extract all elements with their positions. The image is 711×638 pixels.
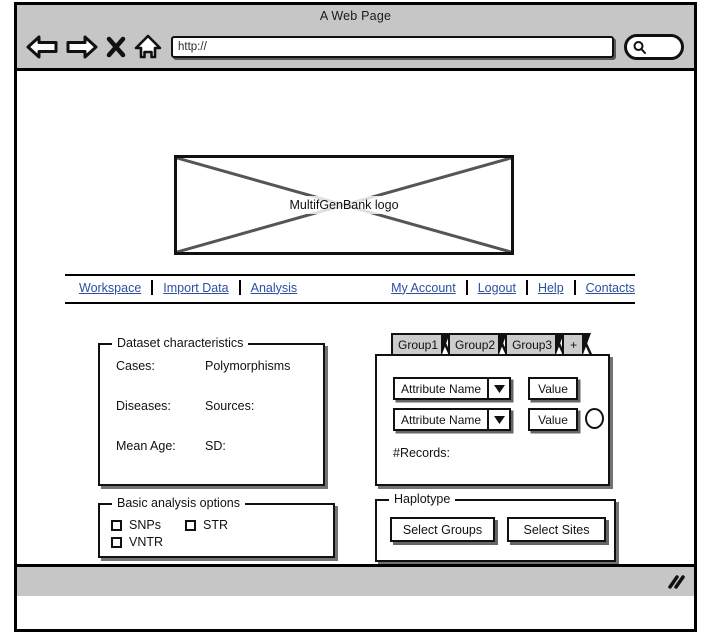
basic-analysis-options-panel: Basic analysis options SNPs STR VNTR — [98, 496, 335, 558]
dataset-field-diseases-label: Diseases: — [116, 399, 171, 413]
group-tabs: Group1 Group2 Group3 + — [391, 333, 593, 357]
tab-add-group[interactable]: + — [562, 333, 593, 357]
nav-link-import-data[interactable]: Import Data — [163, 281, 228, 295]
url-input[interactable]: http:// — [171, 36, 614, 58]
chevron-down-icon[interactable] — [487, 410, 509, 429]
nav-separator — [465, 280, 468, 295]
nav-links-left: Workspace Import Data Analysis — [79, 280, 297, 295]
group-attributes-panel: Attribute Name Value Attribute Name Valu… — [375, 354, 610, 486]
nav-link-contacts[interactable]: Contacts — [586, 281, 635, 295]
browser-chrome: A Web Page http:// — [17, 5, 694, 71]
dataset-characteristics-legend: Dataset characteristics — [112, 336, 249, 350]
basic-analysis-legend: Basic analysis options — [112, 496, 245, 510]
attribute-name-dropdown-2[interactable]: Attribute Name — [393, 408, 511, 431]
attribute-name-dropdown-2-value: Attribute Name — [401, 412, 482, 427]
forward-arrow-icon[interactable] — [65, 34, 99, 60]
checkbox-snps[interactable] — [111, 519, 122, 531]
tab-group3[interactable]: Group3 — [505, 333, 566, 357]
chevron-down-icon[interactable] — [487, 379, 509, 398]
nav-separator — [238, 280, 241, 295]
checkbox-str-label: STR — [203, 518, 228, 532]
attribute-name-dropdown-1[interactable]: Attribute Name — [393, 377, 511, 400]
browser-toolbar: http:// — [17, 26, 694, 68]
stop-x-icon[interactable] — [105, 34, 127, 60]
checkbox-row-vntr[interactable]: VNTR — [111, 535, 163, 549]
nav-link-help[interactable]: Help — [538, 281, 564, 295]
nav-link-analysis[interactable]: Analysis — [251, 281, 298, 295]
nav-separator — [573, 280, 576, 295]
dataset-field-polymorphisms-label: Polymorphisms — [205, 359, 291, 373]
window-title: A Web Page — [319, 9, 392, 23]
tab-group2-label: Group2 — [455, 338, 496, 352]
checkbox-vntr-label: VNTR — [129, 535, 164, 549]
checkbox-row-str[interactable]: STR — [185, 518, 228, 532]
checkbox-row-snps[interactable]: SNPs — [111, 518, 161, 532]
nav-link-workspace[interactable]: Workspace — [79, 281, 141, 295]
tab-group2[interactable]: Group2 — [448, 333, 509, 357]
checkbox-vntr[interactable] — [111, 536, 122, 548]
dataset-field-sources-label: Sources: — [205, 399, 255, 413]
haplotype-panel: Haplotype Select Groups Select Sites — [375, 492, 616, 562]
nav-links-right: My Account Logout Help Contacts — [391, 280, 635, 295]
dataset-field-cases-label: Cases: — [116, 359, 155, 373]
attribute-value-field-1[interactable]: Value — [528, 377, 578, 400]
browser-window: A Web Page http:// MultifGenBank logo Wo… — [14, 2, 697, 632]
nav-link-logout[interactable]: Logout — [478, 281, 516, 295]
logo-label: MultifGenBank logo — [280, 196, 408, 214]
search-icon — [633, 40, 646, 54]
nav-separator — [525, 280, 528, 295]
dataset-field-mean-age-label: Mean Age: — [116, 439, 176, 453]
url-text: http:// — [178, 41, 207, 53]
haplotype-select-sites-button[interactable]: Select Sites — [507, 517, 606, 542]
dataset-field-sd-label: SD: — [205, 439, 226, 453]
logo-placeholder: MultifGenBank logo — [174, 155, 514, 255]
main-navigation: Workspace Import Data Analysis My Accoun… — [65, 274, 635, 304]
search-input[interactable] — [624, 34, 684, 60]
tab-group1[interactable]: Group1 — [391, 333, 452, 357]
haplotype-legend: Haplotype — [389, 492, 456, 506]
home-icon[interactable] — [133, 33, 163, 61]
attribute-value-field-2[interactable]: Value — [528, 408, 578, 431]
back-arrow-icon[interactable] — [25, 34, 59, 60]
haplotype-select-groups-button[interactable]: Select Groups — [390, 517, 495, 542]
records-count-label: #Records: — [393, 446, 450, 460]
page-content: MultifGenBank logo Workspace Import Data… — [17, 71, 694, 596]
resize-grip-icon[interactable] — [668, 574, 686, 590]
checkbox-str[interactable] — [185, 519, 196, 531]
tab-group1-label: Group1 — [398, 338, 439, 352]
tab-add-group-label: + — [570, 338, 578, 352]
tab-group3-label: Group3 — [512, 338, 553, 352]
nav-separator — [151, 280, 154, 295]
checkbox-snps-label: SNPs — [129, 518, 161, 532]
attribute-name-dropdown-1-value: Attribute Name — [401, 381, 482, 396]
add-attribute-radio[interactable] — [585, 408, 604, 429]
status-bar — [17, 564, 694, 596]
dataset-characteristics-panel: Dataset characteristics Cases: Polymorph… — [98, 336, 325, 486]
nav-link-my-account[interactable]: My Account — [391, 281, 456, 295]
